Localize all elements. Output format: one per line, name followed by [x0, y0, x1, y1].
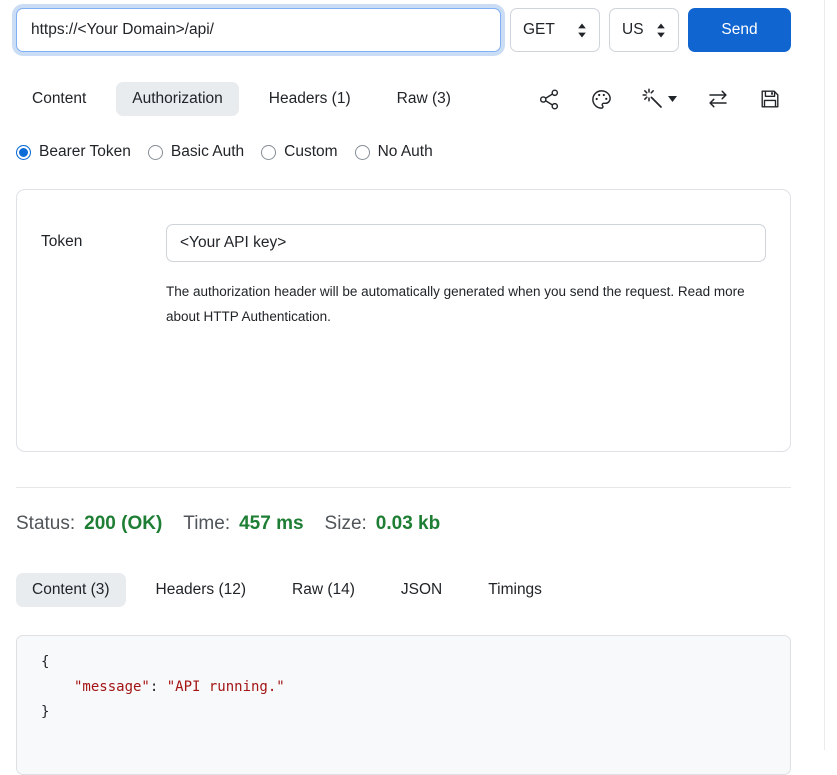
status-value: 200 (OK)	[84, 513, 162, 535]
code-line: }	[41, 700, 790, 725]
caret-down-icon	[668, 96, 677, 102]
response-body: { "message": "API running." }	[16, 635, 791, 775]
radio-label: Basic Auth	[171, 143, 244, 161]
time-label: Time:	[183, 513, 230, 535]
json-brace: {	[41, 654, 49, 670]
region-select[interactable]: US	[609, 8, 679, 52]
request-bar: GET US Send	[16, 0, 791, 52]
json-value: "API running."	[167, 679, 285, 695]
resp-tab-json[interactable]: JSON	[385, 573, 458, 607]
column-divider	[824, 0, 825, 750]
size-value: 0.03 kb	[376, 513, 440, 535]
share-icon[interactable]	[538, 88, 561, 111]
section-divider	[16, 487, 791, 488]
url-input[interactable]	[16, 8, 501, 52]
toolbar	[538, 87, 791, 111]
request-tabs-row: Content Authorization Headers (1) Raw (3…	[16, 82, 791, 116]
tab-content[interactable]: Content	[16, 82, 102, 116]
send-button[interactable]: Send	[688, 8, 791, 52]
status-label: Status:	[16, 513, 75, 535]
tab-authorization[interactable]: Authorization	[116, 82, 238, 116]
tab-raw[interactable]: Raw (3)	[381, 82, 467, 116]
response-tabs: Content (3) Headers (12) Raw (14) JSON T…	[16, 573, 791, 607]
auth-help-text: The authorization header will be automat…	[166, 279, 766, 329]
region-select-value: US	[622, 21, 644, 39]
radio-basic-auth[interactable]: Basic Auth	[148, 143, 244, 161]
radio-bearer-token[interactable]: Bearer Token	[16, 143, 131, 161]
radio-custom[interactable]: Custom	[261, 143, 337, 161]
method-select-value: GET	[523, 21, 555, 39]
code-line: "message": "API running."	[41, 675, 790, 700]
token-form-row: Token The authorization header will be a…	[41, 224, 766, 329]
radio-selected-icon	[16, 145, 31, 160]
method-select[interactable]: GET	[510, 8, 600, 52]
radio-no-auth[interactable]: No Auth	[355, 143, 433, 161]
token-field-column: The authorization header will be automat…	[166, 224, 766, 329]
resp-tab-headers[interactable]: Headers (12)	[140, 573, 262, 607]
save-icon[interactable]	[759, 88, 781, 110]
json-key: "message"	[74, 679, 150, 695]
swap-arrows-icon[interactable]	[706, 87, 730, 111]
token-input[interactable]	[166, 224, 766, 262]
palette-icon[interactable]	[590, 88, 613, 111]
magic-wand-dropdown-icon[interactable]	[642, 88, 677, 110]
request-tabs: Content Authorization Headers (1) Raw (3…	[16, 82, 467, 116]
size-label: Size:	[325, 513, 367, 535]
radio-unselected-icon	[148, 145, 163, 160]
time-value: 457 ms	[239, 513, 303, 535]
radio-unselected-icon	[261, 145, 276, 160]
radio-unselected-icon	[355, 145, 370, 160]
auth-panel: Token The authorization header will be a…	[16, 189, 791, 452]
json-brace: }	[41, 704, 49, 720]
select-updown-icon	[656, 23, 666, 38]
token-label: Token	[41, 224, 166, 329]
response-status-line: Status: 200 (OK) Time: 457 ms Size: 0.03…	[16, 513, 791, 535]
resp-tab-raw[interactable]: Raw (14)	[276, 573, 371, 607]
code-line: {	[41, 650, 790, 675]
radio-label: Bearer Token	[39, 143, 131, 161]
radio-label: No Auth	[378, 143, 433, 161]
select-updown-icon	[577, 23, 587, 38]
resp-tab-content[interactable]: Content (3)	[16, 573, 126, 607]
json-separator: :	[150, 679, 167, 695]
auth-type-options: Bearer Token Basic Auth Custom No Auth	[16, 143, 791, 161]
radio-label: Custom	[284, 143, 337, 161]
main-column: GET US Send Content Authorization Header…	[16, 0, 791, 775]
tab-headers[interactable]: Headers (1)	[253, 82, 367, 116]
resp-tab-timings[interactable]: Timings	[472, 573, 558, 607]
rest-client-page: GET US Send Content Authorization Header…	[0, 0, 837, 750]
